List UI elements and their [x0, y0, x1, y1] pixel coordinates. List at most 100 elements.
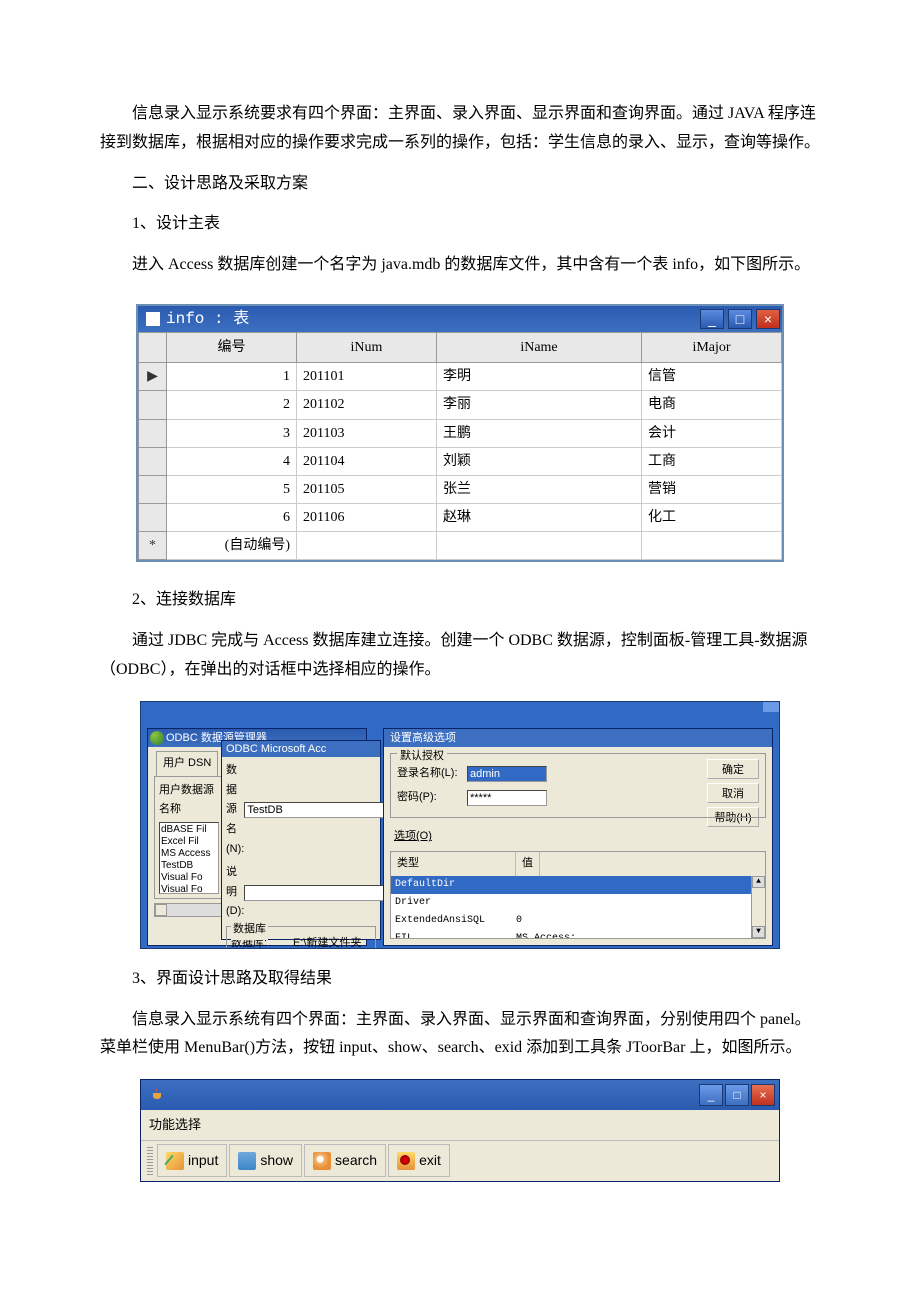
- option-row[interactable]: ExtendedAnsiSQL0: [391, 912, 765, 930]
- subsection-3: 3、界面设计思路及取得结果: [100, 965, 820, 994]
- cell-id[interactable]: 1: [167, 363, 297, 391]
- new-record-row[interactable]: *(自动编号): [139, 532, 782, 560]
- minimize-button[interactable]: _: [699, 1084, 723, 1106]
- cell-id[interactable]: 6: [167, 504, 297, 532]
- exit-button[interactable]: exit: [388, 1144, 450, 1177]
- cell-inum[interactable]: 201104: [297, 447, 437, 475]
- cell-imajor[interactable]: 化工: [642, 504, 782, 532]
- new-record-marker: *: [139, 532, 167, 560]
- scroll-thumb[interactable]: [155, 904, 167, 916]
- dsn-list[interactable]: dBASE FilExcel FilMS AccessTestDBVisual …: [159, 822, 219, 894]
- cell-iname[interactable]: 刘颖: [437, 447, 642, 475]
- col-header-inum[interactable]: iNum: [297, 332, 437, 362]
- menu-bar[interactable]: 功能选择: [141, 1110, 779, 1140]
- row-selector-header: [139, 332, 167, 362]
- list-item[interactable]: dBASE Fil: [161, 824, 217, 836]
- cell-imajor[interactable]: 电商: [642, 391, 782, 419]
- java-titlebar: _ □ ×: [141, 1080, 779, 1110]
- cell-inum[interactable]: 201101: [297, 363, 437, 391]
- vertical-scrollbar[interactable]: ▲ ▼: [751, 876, 765, 938]
- cell-iname[interactable]: 赵琳: [437, 504, 642, 532]
- odbc-screenshot: ODBC 数据源管理器 用户 DSN 用户数据源 名称 dBASE FilExc…: [140, 701, 780, 949]
- list-item[interactable]: TestDB: [161, 860, 217, 872]
- cell-imajor[interactable]: 会计: [642, 419, 782, 447]
- table-row[interactable]: ▶1201101李明信管: [139, 363, 782, 391]
- toolbar-grip[interactable]: [147, 1147, 153, 1175]
- cell-inum[interactable]: 201105: [297, 475, 437, 503]
- row-marker: [139, 391, 167, 419]
- login-label: 登录名称(L):: [397, 764, 467, 784]
- col-header-iname[interactable]: iName: [437, 332, 642, 362]
- table-row[interactable]: 2201102李丽电商: [139, 391, 782, 419]
- user-dsn-tab[interactable]: 用户 DSN: [156, 751, 218, 776]
- datasheet-icon: [146, 312, 160, 326]
- cell-imajor[interactable]: 信管: [642, 363, 782, 391]
- close-button[interactable]: ×: [756, 309, 780, 329]
- list-item[interactable]: Visual Fo: [161, 884, 217, 894]
- description-input[interactable]: [244, 885, 392, 901]
- subsection-1: 1、设计主表: [100, 210, 820, 239]
- advanced-options-dialog: 设置高级选项 确定 取消 帮助(H) 默认授权 登录名称(L): 密码(P): …: [383, 728, 773, 946]
- col-header-imajor[interactable]: iMajor: [642, 332, 782, 362]
- scroll-up-icon[interactable]: ▲: [752, 876, 765, 888]
- list-item[interactable]: MS Access: [161, 848, 217, 860]
- option-row[interactable]: DefaultDir: [391, 876, 765, 894]
- table-row[interactable]: 3201103王鹏会计: [139, 419, 782, 447]
- close-button[interactable]: ×: [751, 1084, 775, 1106]
- option-row[interactable]: Driver: [391, 894, 765, 912]
- auth-legend: 默认授权: [397, 747, 447, 767]
- cell-iname[interactable]: 张兰: [437, 475, 642, 503]
- dsn-name-label: 数据源名(N):: [226, 761, 244, 860]
- display-icon: [238, 1152, 256, 1170]
- value-column-header: 值: [516, 852, 540, 876]
- option-row[interactable]: FILMS Access;: [391, 930, 765, 938]
- java-cup-icon: [149, 1087, 165, 1103]
- cell-id[interactable]: 2: [167, 391, 297, 419]
- toolbar: input show search exit: [141, 1141, 779, 1181]
- minimize-button[interactable]: _: [700, 309, 724, 329]
- cell-imajor[interactable]: 营销: [642, 475, 782, 503]
- row-marker: [139, 475, 167, 503]
- list-item[interactable]: Visual Fo: [161, 872, 217, 884]
- login-input[interactable]: [467, 766, 547, 782]
- list-item[interactable]: Excel Fil: [161, 836, 217, 848]
- database-legend: 数据库: [231, 920, 268, 940]
- titlebar-fragment: [763, 702, 779, 712]
- pencil-icon: [166, 1152, 184, 1170]
- subsection-1-text: 进入 Access 数据库创建一个名字为 java.mdb 的数据库文件，其中含…: [100, 251, 820, 280]
- database-path: E:\新建文件夹: [293, 934, 361, 949]
- cell-id[interactable]: 4: [167, 447, 297, 475]
- intro-paragraph: 信息录入显示系统要求有四个界面：主界面、录入界面、显示界面和查询界面。通过 JA…: [100, 100, 820, 158]
- cell-iname[interactable]: 王鹏: [437, 419, 642, 447]
- access-titlebar: info : 表 _ □ ×: [138, 306, 782, 332]
- row-marker: [139, 419, 167, 447]
- scroll-down-icon[interactable]: ▼: [752, 926, 765, 938]
- cell-inum[interactable]: 201106: [297, 504, 437, 532]
- cell-inum[interactable]: 201103: [297, 419, 437, 447]
- info-table: 编号 iNum iName iMajor ▶1201101李明信管2201102…: [138, 332, 782, 561]
- search-button[interactable]: search: [304, 1144, 386, 1177]
- cell-id[interactable]: 5: [167, 475, 297, 503]
- cell-imajor[interactable]: 工商: [642, 447, 782, 475]
- maximize-button[interactable]: □: [725, 1084, 749, 1106]
- section-2-heading: 二、设计思路及采取方案: [100, 170, 820, 199]
- row-marker: [139, 447, 167, 475]
- menu-function[interactable]: 功能选择: [149, 1117, 201, 1132]
- cell-iname[interactable]: 李丽: [437, 391, 642, 419]
- maximize-button[interactable]: □: [728, 309, 752, 329]
- input-button[interactable]: input: [157, 1144, 227, 1177]
- show-button[interactable]: show: [229, 1144, 302, 1177]
- col-header-id[interactable]: 编号: [167, 332, 297, 362]
- cell-iname[interactable]: 李明: [437, 363, 642, 391]
- cell-id[interactable]: 3: [167, 419, 297, 447]
- table-row[interactable]: 5201105张兰营销: [139, 475, 782, 503]
- subsection-3-text: 信息录入显示系统有四个界面：主界面、录入界面、显示界面和查询界面，分别使用四个 …: [100, 1006, 820, 1064]
- search-icon: [313, 1152, 331, 1170]
- cell-inum[interactable]: 201102: [297, 391, 437, 419]
- table-row[interactable]: 6201106赵琳化工: [139, 504, 782, 532]
- options-list[interactable]: DefaultDirDriverExtendedAnsiSQL0FILMS Ac…: [391, 876, 765, 938]
- table-row[interactable]: 4201104刘颖工商: [139, 447, 782, 475]
- advanced-options-titlebar: 设置高级选项: [384, 729, 772, 747]
- dsn-name-input[interactable]: [244, 802, 392, 818]
- password-input[interactable]: [467, 790, 547, 806]
